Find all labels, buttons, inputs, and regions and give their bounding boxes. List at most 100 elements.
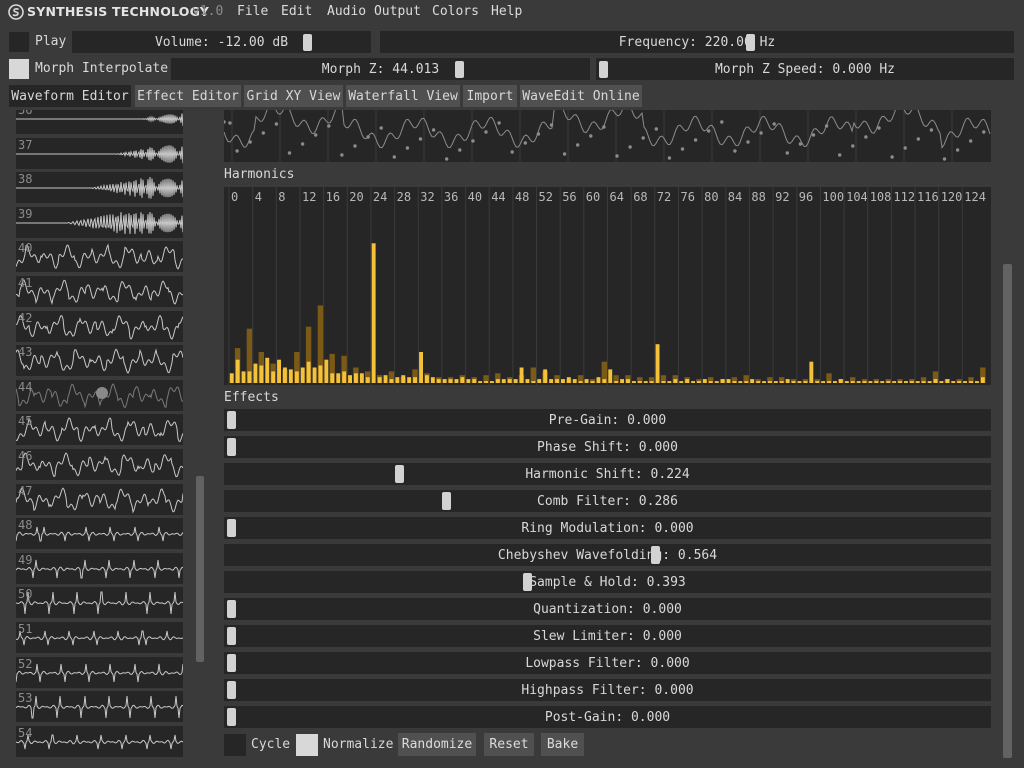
wave-list-number: 37 bbox=[18, 137, 33, 152]
wave-list-item[interactable]: 36 bbox=[16, 110, 183, 134]
harmonics-tick-label: 52 bbox=[539, 190, 553, 204]
harmonic-bar bbox=[490, 381, 494, 383]
harmonic-bar bbox=[673, 379, 678, 383]
harmonic-bar bbox=[643, 381, 648, 383]
effect-slider-handle[interactable] bbox=[227, 708, 236, 726]
wave-list-item[interactable]: 54 bbox=[16, 725, 183, 757]
effect-slider-ring-modulation[interactable]: Ring Modulation: 0.000 bbox=[224, 517, 991, 539]
effect-slider-handle[interactable] bbox=[522, 573, 532, 591]
effect-slider-sample-hold[interactable]: Sample & Hold: 0.393 bbox=[224, 571, 991, 593]
effect-slider-handle[interactable] bbox=[227, 627, 236, 645]
harmonic-bar bbox=[626, 379, 630, 383]
editor-scrollbar-thumb[interactable] bbox=[1003, 264, 1012, 758]
wave-list-item[interactable]: 47 bbox=[16, 483, 183, 515]
effect-slider-handle[interactable] bbox=[227, 654, 236, 672]
harmonic-bar bbox=[348, 375, 352, 383]
effect-slider-handle[interactable] bbox=[395, 465, 405, 483]
wave-list-item[interactable]: 40 bbox=[16, 241, 183, 273]
tab-import[interactable]: Import bbox=[463, 85, 517, 107]
wave-list-number: 39 bbox=[18, 206, 33, 221]
effect-slider-post-gain[interactable]: Post-Gain: 0.000 bbox=[224, 706, 991, 728]
wave-list-item[interactable]: 49 bbox=[16, 552, 183, 584]
wave-list-item[interactable]: 51 bbox=[16, 622, 183, 653]
effect-slider-handle[interactable] bbox=[442, 492, 452, 510]
menu-help[interactable]: Help bbox=[491, 4, 522, 19]
harmonic-bar bbox=[549, 379, 554, 383]
menu-edit[interactable]: Edit bbox=[281, 4, 312, 19]
wave-list-scrollbar[interactable] bbox=[196, 110, 204, 758]
morph-z-slider-handle[interactable] bbox=[455, 61, 464, 78]
effect-slider-handle[interactable] bbox=[651, 546, 661, 564]
effect-slider-phase-shift[interactable]: Phase Shift: 0.000 bbox=[224, 436, 991, 458]
harmonics-view[interactable]: 0 4 8 12 16 20 24 28 32 36 40 44 48 52 56 60 64 68 72 76 80 8… bbox=[224, 187, 998, 385]
harmonic-bar bbox=[744, 381, 749, 383]
effect-slider-chebyshev-wavefolding[interactable]: Chebyshev Wavefolding: 0.564 bbox=[224, 544, 991, 566]
normalize-checkbox[interactable] bbox=[296, 734, 318, 756]
harmonic-bar bbox=[478, 381, 483, 383]
wave-list-item[interactable]: 41 bbox=[16, 276, 183, 307]
harmonic-bar bbox=[732, 381, 737, 383]
tab-waveform-editor[interactable]: Waveform Editor bbox=[9, 85, 131, 107]
wave-list-item[interactable]: 53 bbox=[16, 691, 183, 723]
effect-slider-highpass-filter[interactable]: Highpass Filter: 0.000 bbox=[224, 679, 991, 701]
morph-z-speed-slider[interactable]: Morph Z Speed: 0.000 Hz bbox=[596, 58, 1014, 80]
wave-thumbnail bbox=[16, 279, 183, 306]
effect-slider-lowpass-filter[interactable]: Lowpass Filter: 0.000 bbox=[224, 652, 991, 674]
harmonic-bar bbox=[354, 373, 358, 383]
wave-list-item[interactable]: 46 bbox=[16, 449, 183, 480]
harmonics-chart[interactable]: 0 4 8 12 16 20 24 28 32 36 40 44 48 52 56 60 64 68 72 76 80 8… bbox=[224, 187, 998, 385]
wave-list-item[interactable]: 37 bbox=[16, 137, 183, 169]
effect-slider-pre-gain[interactable]: Pre-Gain: 0.000 bbox=[224, 409, 991, 431]
harmonics-tick-label: 4 bbox=[255, 190, 262, 204]
wave-list-item[interactable]: 43 bbox=[16, 345, 183, 377]
wave-list-item[interactable]: 45 bbox=[16, 414, 183, 446]
cycle-checkbox[interactable] bbox=[224, 734, 246, 756]
editor-scrollbar[interactable] bbox=[1003, 110, 1012, 758]
morph-interpolate-checkbox[interactable] bbox=[9, 59, 29, 79]
harmonic-bar bbox=[555, 379, 559, 383]
effect-slider-handle[interactable] bbox=[227, 519, 236, 537]
effect-slider-handle[interactable] bbox=[227, 438, 236, 456]
randomize-button[interactable]: Randomize bbox=[398, 733, 476, 756]
menu-file[interactable]: File bbox=[237, 4, 268, 19]
waveform-graph[interactable] bbox=[224, 110, 991, 162]
effect-slider-comb-filter[interactable]: Comb Filter: 0.286 bbox=[224, 490, 991, 512]
frequency-slider[interactable]: Frequency: 220.00 Hz bbox=[380, 31, 1014, 53]
bake-button[interactable]: Bake bbox=[541, 733, 584, 756]
wave-bank-list[interactable]: 36 37 38 39 40 41 42 43 44 45 46 47 48 49 50 51 52 53 54 bbox=[0, 110, 196, 758]
wave-list-item[interactable]: 42 bbox=[16, 310, 183, 342]
menu-audio-output[interactable]: Audio Output bbox=[327, 4, 421, 19]
tab-effect-editor[interactable]: Effect Editor bbox=[135, 85, 241, 107]
harmonics-tick-label: 24 bbox=[373, 190, 387, 204]
wave-list-item[interactable]: 50 bbox=[16, 587, 183, 619]
reset-button[interactable]: Reset bbox=[484, 733, 534, 756]
effect-slider-handle[interactable] bbox=[227, 600, 236, 618]
wave-list-item[interactable]: 48 bbox=[16, 518, 183, 550]
volume-slider[interactable]: Volume: -12.00 dB bbox=[72, 31, 371, 53]
morph-z-slider[interactable]: Morph Z: 44.013 bbox=[171, 58, 590, 80]
effect-slider-handle[interactable] bbox=[227, 681, 236, 699]
effect-slider-harmonic-shift[interactable]: Harmonic Shift: 0.224 bbox=[224, 463, 991, 485]
tab-grid-xy-view[interactable]: Grid XY View bbox=[244, 85, 343, 107]
wave-list-number: 41 bbox=[18, 276, 33, 290]
wave-list-item[interactable]: 44 bbox=[16, 379, 183, 411]
normalize-label: Normalize bbox=[323, 737, 394, 752]
harmonic-bar bbox=[442, 379, 447, 383]
waveform-editor-view[interactable] bbox=[224, 110, 991, 162]
harmonic-bar bbox=[691, 381, 695, 383]
volume-slider-handle[interactable] bbox=[303, 34, 312, 51]
effect-slider-quantization[interactable]: Quantization: 0.000 bbox=[224, 598, 991, 620]
wave-list-item[interactable]: 52 bbox=[16, 656, 183, 688]
wave-list-item[interactable]: 38 bbox=[16, 172, 183, 204]
frequency-slider-handle[interactable] bbox=[746, 34, 755, 51]
wave-list-scrollbar-thumb[interactable] bbox=[196, 476, 204, 662]
menu-colors[interactable]: Colors bbox=[432, 4, 479, 19]
harmonic-bar bbox=[702, 379, 707, 383]
tab-waveedit-online[interactable]: WaveEdit Online bbox=[520, 85, 642, 107]
effect-slider-slew-limiter[interactable]: Slew Limiter: 0.000 bbox=[224, 625, 991, 647]
play-checkbox[interactable] bbox=[9, 32, 29, 52]
morph-z-speed-slider-handle[interactable] bbox=[599, 61, 608, 78]
tab-waterfall-view[interactable]: Waterfall View bbox=[346, 85, 460, 107]
effect-slider-handle[interactable] bbox=[227, 411, 236, 429]
wave-list-item[interactable]: 39 bbox=[16, 206, 183, 238]
